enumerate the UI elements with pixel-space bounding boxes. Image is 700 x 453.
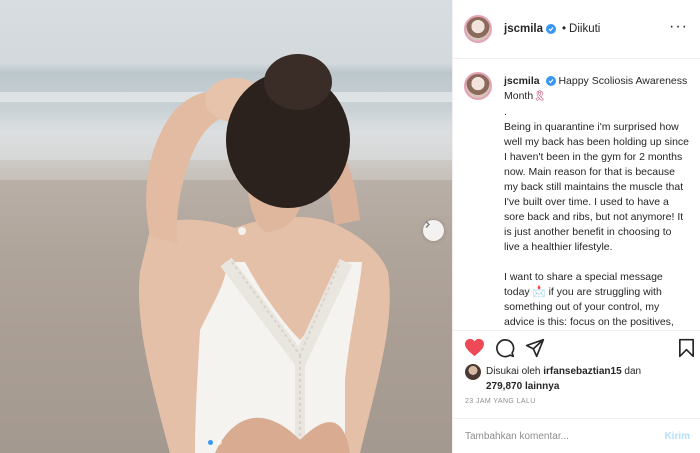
others-word: lainnya — [524, 381, 560, 392]
liked-by-prefix: Disukai oleh — [486, 366, 541, 377]
bookmark-icon[interactable] — [678, 338, 695, 363]
likes-count: 279,870 — [486, 381, 523, 392]
heart-icon[interactable] — [464, 338, 485, 362]
liker-avatar[interactable] — [465, 364, 481, 380]
verified-badge-icon — [546, 24, 556, 34]
post-sidebar: jscmila • Diikuti ··· jscmila Happy Scol… — [452, 0, 700, 453]
ribbon-emoji: 🎗 — [533, 91, 546, 102]
and-word: dan — [624, 366, 642, 377]
post-header: jscmila • Diikuti ··· — [453, 0, 700, 59]
caption-body: . Being in quarantine i'm surprised how … — [504, 106, 690, 328]
liked-by-row: Disukai oleh irfansebaztian15 dan — [465, 364, 695, 380]
photo-woman-on-beach — [0, 54, 452, 453]
comment-box: Kirim — [453, 418, 700, 453]
post-timestamp[interactable]: 23 JAM YANG LALU — [465, 398, 536, 405]
caption-username[interactable]: jscmila — [504, 75, 540, 87]
caption-section: jscmila Happy Scoliosis Awareness Month🎗… — [453, 59, 700, 331]
comment-icon[interactable] — [495, 338, 515, 363]
next-arrow-icon[interactable] — [423, 220, 444, 241]
carousel-indicator — [208, 440, 222, 445]
liked-by-user[interactable]: irfansebaztian15 — [543, 366, 621, 377]
comment-input[interactable] — [465, 430, 645, 442]
caption-avatar[interactable] — [464, 72, 492, 100]
follow-status-button[interactable]: Diikuti — [569, 23, 600, 35]
follow-separator: • — [562, 23, 567, 35]
more-options-icon[interactable]: ··· — [669, 19, 688, 35]
post-photo[interactable] — [0, 0, 452, 453]
verified-badge-icon — [545, 76, 556, 87]
carousel-dot-2 — [217, 440, 222, 445]
action-bar — [453, 332, 700, 366]
caption-header: jscmila Happy Scoliosis Awareness Month🎗 — [504, 74, 689, 104]
likes-count-link[interactable]: 279,870 lainnya — [486, 380, 695, 394]
carousel-dot-1 — [208, 440, 213, 445]
share-icon[interactable] — [525, 338, 545, 363]
avatar[interactable] — [464, 15, 492, 43]
likes-section: Disukai oleh irfansebaztian15 dan 279,87… — [465, 364, 695, 394]
author-username[interactable]: jscmila — [504, 23, 543, 35]
instagram-post: jscmila • Diikuti ··· jscmila Happy Scol… — [0, 0, 700, 453]
send-comment-button[interactable]: Kirim — [664, 431, 690, 442]
